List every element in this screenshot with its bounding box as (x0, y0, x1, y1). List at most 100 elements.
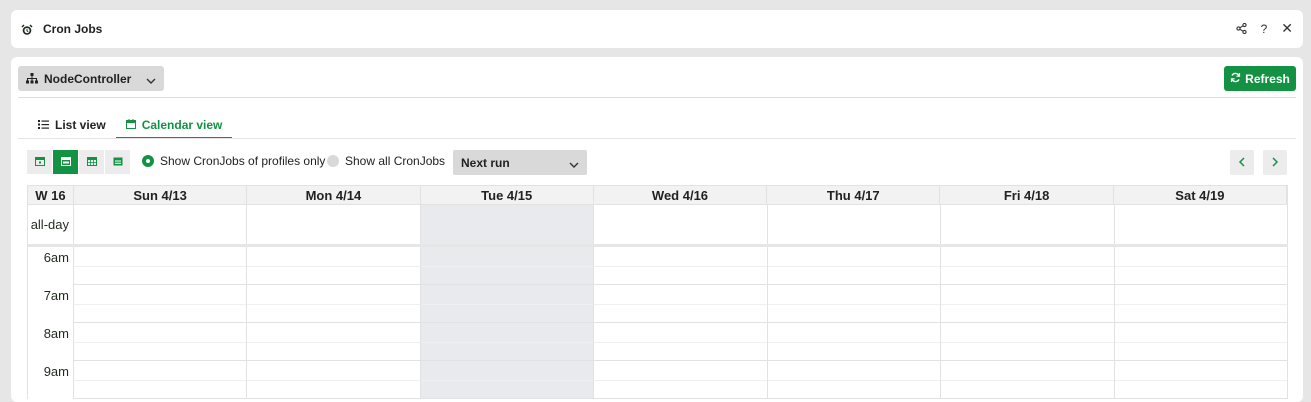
radio-all-cronjobs[interactable]: Show all CronJobs (327, 154, 445, 168)
time-slot-today[interactable] (420, 361, 595, 399)
day-header: Tue 4/15 (421, 186, 594, 204)
list-calendar-view-button[interactable] (105, 150, 130, 174)
chevron-down-icon (569, 158, 579, 172)
tab-list-view[interactable]: List view (28, 113, 116, 137)
time-slot[interactable] (1114, 247, 1289, 285)
next-week-button[interactable] (1263, 150, 1287, 175)
list-icon (38, 118, 49, 132)
close-icon[interactable]: ✕ (1281, 20, 1293, 37)
all-day-cell-today[interactable] (420, 205, 595, 244)
time-slot[interactable] (767, 361, 942, 399)
time-slot[interactable] (247, 247, 421, 285)
radio-unchecked-icon (327, 155, 339, 167)
time-slot[interactable] (1114, 285, 1289, 323)
hour-label: 9am (28, 361, 74, 399)
time-slot[interactable] (594, 285, 768, 323)
sort-select[interactable]: Next run (453, 150, 587, 175)
time-slot[interactable] (247, 361, 421, 399)
tab-calendar-view[interactable]: Calendar view (115, 113, 233, 139)
all-day-cell[interactable] (1115, 205, 1289, 244)
time-slot[interactable] (941, 285, 1115, 323)
all-day-label: all-day (28, 205, 74, 244)
time-slot[interactable] (247, 285, 421, 323)
day-header: Mon 4/14 (247, 186, 421, 204)
time-slot[interactable] (767, 285, 942, 323)
hour-row: 8am (27, 323, 1289, 361)
prev-week-button[interactable] (1230, 150, 1254, 175)
all-day-cell[interactable] (74, 205, 248, 244)
time-slot[interactable] (767, 323, 942, 361)
day-header: Thu 4/17 (767, 186, 941, 204)
time-slot[interactable] (594, 361, 768, 399)
month-view-button[interactable] (79, 150, 104, 174)
main-panel: NodeController Refresh List view Calenda… (11, 57, 1303, 402)
chevron-right-icon (1271, 154, 1279, 172)
time-slot[interactable] (594, 247, 768, 285)
refresh-icon (1230, 72, 1241, 86)
help-icon[interactable]: ? (1261, 22, 1268, 36)
time-slot[interactable] (1114, 323, 1289, 361)
sort-select-value: Next run (461, 155, 510, 170)
day-header: Sun 4/13 (74, 186, 248, 204)
all-day-cell[interactable] (768, 205, 942, 244)
page-title: Cron Jobs (43, 22, 103, 36)
tab-list-view-label: List view (55, 118, 106, 132)
calendar-toolbar: Show CronJobs of profiles only Show all … (27, 150, 1287, 175)
hour-row: 6am (27, 247, 1289, 285)
divider (18, 138, 1296, 139)
time-slot[interactable] (73, 361, 248, 399)
share-icon[interactable] (1235, 23, 1247, 34)
view-tabs: List view Calendar view (28, 113, 233, 139)
controller-label: NodeController (44, 71, 132, 86)
time-slot-today[interactable] (420, 247, 595, 285)
calendar-day-icon (34, 153, 45, 171)
chevron-down-icon (146, 74, 156, 88)
time-slot-today[interactable] (420, 323, 595, 361)
time-slot[interactable] (247, 323, 421, 361)
week-view-button[interactable] (53, 150, 78, 174)
time-slot-today[interactable] (420, 285, 595, 323)
calendar-list-icon (113, 153, 123, 171)
alarm-clock-icon (21, 23, 33, 35)
hour-label: 7am (28, 285, 74, 323)
tab-calendar-view-label: Calendar view (141, 118, 223, 132)
radio-profiles-label: Show CronJobs of profiles only (160, 154, 326, 168)
week-calendar: W 16 Sun 4/13 Mon 4/14 Tue 4/15 Wed 4/16… (27, 185, 1289, 399)
calendar-icon (125, 118, 136, 132)
time-slot[interactable] (941, 247, 1115, 285)
time-slot[interactable] (941, 323, 1115, 361)
day-header: Sat 4/19 (1114, 186, 1288, 204)
time-slot[interactable] (594, 323, 768, 361)
controller-dropdown[interactable]: NodeController (18, 66, 164, 91)
all-day-cell[interactable] (941, 205, 1115, 244)
week-number: W 16 (28, 186, 74, 204)
time-slot[interactable] (1114, 361, 1289, 399)
radio-profiles-only[interactable]: Show CronJobs of profiles only (142, 154, 325, 168)
time-slot[interactable] (73, 323, 248, 361)
refresh-button[interactable]: Refresh (1224, 66, 1296, 91)
hour-row: 9am (27, 361, 1289, 399)
refresh-label: Refresh (1245, 71, 1290, 86)
title-bar: Cron Jobs ? ✕ (11, 10, 1303, 48)
time-slot[interactable] (941, 361, 1115, 399)
divider (18, 97, 1296, 98)
calendar-week-icon (60, 153, 71, 171)
calendar-header-row: W 16 Sun 4/13 Mon 4/14 Tue 4/15 Wed 4/16… (27, 185, 1288, 205)
all-day-cell[interactable] (594, 205, 768, 244)
hour-row: 7am (27, 285, 1289, 323)
day-header: Fri 4/18 (940, 186, 1114, 204)
time-slot[interactable] (73, 285, 248, 323)
hierarchy-icon (26, 73, 38, 84)
day-header: Wed 4/16 (594, 186, 768, 204)
calendar-month-icon (86, 153, 97, 171)
chevron-left-icon (1238, 154, 1246, 172)
day-view-button[interactable] (27, 150, 52, 174)
time-slot[interactable] (767, 247, 942, 285)
radio-all-label: Show all CronJobs (345, 154, 446, 168)
all-day-row: all-day (27, 205, 1289, 247)
hour-label: 6am (28, 247, 74, 285)
all-day-cell[interactable] (247, 205, 421, 244)
hour-label: 8am (28, 323, 74, 361)
time-slot[interactable] (73, 247, 248, 285)
radio-checked-icon (142, 155, 154, 167)
